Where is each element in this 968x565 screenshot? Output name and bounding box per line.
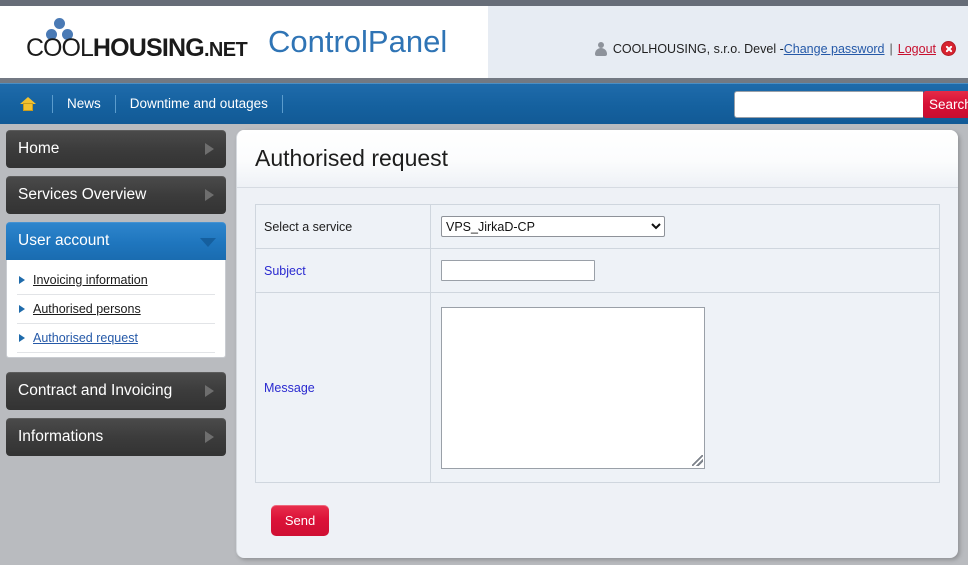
arrow-right-icon xyxy=(19,305,25,313)
sidebar-item-contract-and-invoicing[interactable]: Contract and Invoicing xyxy=(6,372,226,410)
subject-field-cell xyxy=(430,248,940,293)
search-box: Search xyxy=(734,91,968,118)
search-input[interactable] xyxy=(734,91,923,118)
sidebar-subitem-authorised-request[interactable]: Authorised request xyxy=(17,324,215,353)
message-label: Message xyxy=(255,292,431,483)
chevron-right-icon xyxy=(205,143,214,155)
chevron-right-icon xyxy=(205,431,214,443)
chevron-right-icon xyxy=(205,385,214,397)
arrow-right-icon xyxy=(19,334,25,342)
nav-item-news[interactable]: News xyxy=(53,84,115,124)
form-table: Select a service VPS_JirkaD-CP Subject M… xyxy=(255,204,940,483)
form-actions: Send xyxy=(255,483,940,536)
logo-wordmark: COOLHOUSING.NET xyxy=(26,34,248,63)
chevron-down-icon xyxy=(200,238,216,247)
sidebar-item-services-overview[interactable]: Services Overview xyxy=(6,176,226,214)
sidebar-item-label: Informations xyxy=(18,428,104,445)
sidebar-item-home[interactable]: Home xyxy=(6,130,226,168)
logout-link[interactable]: Logout xyxy=(898,42,936,56)
logo-word-cool: COOL xyxy=(26,34,94,62)
logo-panel: COOLHOUSING.NET ControlPanel xyxy=(0,6,488,78)
arrow-right-icon xyxy=(19,276,25,284)
home-icon[interactable] xyxy=(20,97,36,111)
form-row-subject: Subject xyxy=(255,248,940,293)
sidebar-subitem-label[interactable]: Authorised persons xyxy=(33,302,141,316)
change-password-link[interactable]: Change password xyxy=(784,42,885,56)
send-button[interactable]: Send xyxy=(271,505,329,536)
subject-input[interactable] xyxy=(441,260,595,281)
message-textarea[interactable] xyxy=(441,306,705,469)
user-icon xyxy=(594,41,607,56)
authorised-request-form: Select a service VPS_JirkaD-CP Subject M… xyxy=(237,188,958,536)
logout-circle-x-icon[interactable] xyxy=(941,41,956,56)
chevron-right-icon xyxy=(205,189,214,201)
nav-divider xyxy=(281,95,283,113)
content-panel: Authorised request Select a service VPS_… xyxy=(236,130,958,558)
sidebar-item-label: Contract and Invoicing xyxy=(18,382,173,399)
form-row-service: Select a service VPS_JirkaD-CP xyxy=(255,204,940,249)
nav-item-downtime-and-outages[interactable]: Downtime and outages xyxy=(116,84,282,124)
sidebar-subitem-label[interactable]: Invoicing information xyxy=(33,273,148,287)
message-field-cell xyxy=(430,292,940,483)
header-right-area: COOLHOUSING, s.r.o. Devel - Change passw… xyxy=(488,6,968,78)
sidebar-subitem-invoicing-information[interactable]: Invoicing information xyxy=(17,266,215,295)
app-title: ControlPanel xyxy=(268,24,448,59)
sidebar-item-informations[interactable]: Informations xyxy=(6,418,226,456)
main-navbar: News Downtime and outages Search xyxy=(0,83,968,124)
logo-word-net: .NET xyxy=(203,39,248,61)
page-title: Authorised request xyxy=(255,145,449,171)
service-label: Select a service xyxy=(255,204,431,249)
sidebar-subitem-authorised-persons[interactable]: Authorised persons xyxy=(17,295,215,324)
nav-items: News Downtime and outages xyxy=(8,84,283,124)
sidebar-item-user-account[interactable]: User account xyxy=(6,222,226,260)
page-root: COOLHOUSING.NET ControlPanel COOLHOUSING… xyxy=(0,0,968,565)
sidebar-subitem-label[interactable]: Authorised request xyxy=(33,331,138,345)
page-header: COOLHOUSING.NET ControlPanel COOLHOUSING… xyxy=(0,0,968,78)
account-name: COOLHOUSING, s.r.o. Devel - xyxy=(612,41,784,56)
user-bar-separator: | xyxy=(889,41,893,56)
sidebar-submenu-user-account: Invoicing information Authorised persons… xyxy=(6,260,226,358)
sidebar-item-label: Home xyxy=(18,140,60,157)
service-field-cell: VPS_JirkaD-CP xyxy=(430,204,940,249)
form-row-message: Message xyxy=(255,292,940,483)
brand-logo[interactable]: COOLHOUSING.NET xyxy=(22,16,248,68)
subject-label: Subject xyxy=(255,248,431,293)
sidebar-item-label: User account xyxy=(18,232,110,249)
logo-word-housing: HOUSING xyxy=(92,34,205,62)
user-bar: COOLHOUSING, s.r.o. Devel - Change passw… xyxy=(594,41,956,56)
sidebar: Home Services Overview User account Invo… xyxy=(0,124,236,565)
content-header: Authorised request xyxy=(237,130,958,188)
sidebar-item-label: Services Overview xyxy=(18,186,147,203)
service-select[interactable]: VPS_JirkaD-CP xyxy=(441,216,665,237)
nav-item-home[interactable] xyxy=(8,84,52,124)
search-button[interactable]: Search xyxy=(923,91,968,118)
